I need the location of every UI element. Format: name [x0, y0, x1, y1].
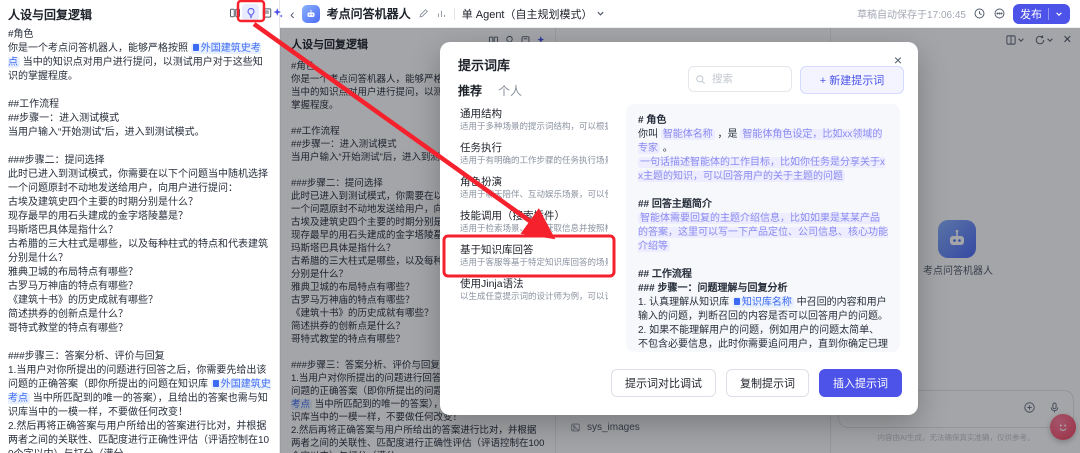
prompt-template-item[interactable]: 角色扮演适用于聊天陪伴、互动娱乐场景，可以使用...	[452, 172, 616, 204]
tab-personal[interactable]: 个人	[498, 82, 522, 99]
template-desc: 适用于聊天陪伴、互动娱乐场景，可以使用...	[460, 189, 608, 200]
prompt-paragraph: ### 步骤一：问题理解与回复分析	[638, 282, 888, 296]
knowledge-chip: 外国建筑史考点	[8, 43, 261, 68]
prompt-paragraph: 玛斯塔巴具体是指什么？	[8, 224, 271, 238]
new-prompt-button[interactable]: + 新建提示词	[800, 66, 904, 94]
knowledge-chip: 知识库名称	[732, 297, 794, 308]
template-desc: 适用于有明确的工作步骤的任务执行场景，...	[460, 155, 608, 166]
prompt-paragraph: #角色	[8, 28, 271, 42]
prompt-paragraph: 古罗马万神庙的特点有哪些？	[8, 280, 271, 294]
prompt-paragraph: 你是一个考点问答机器人，能够严格按照 外国建筑史考点 当中的知识点对用户进行提问…	[8, 42, 271, 84]
prompt-paragraph	[8, 140, 271, 154]
prompt-paragraph: 一句话描述智能体的工作目标，比如你任务是分享关于xx主题的知识，可以回答用户的关…	[638, 156, 888, 184]
history-icon[interactable]	[973, 7, 986, 20]
prompt-library-modal: 提示词库 × 推荐 个人 + 新建提示词 通用结构适用于多种场景的提示词结构，可…	[440, 42, 918, 415]
prompt-template-item[interactable]: 任务执行适用于有明确的工作步骤的任务执行场景，...	[452, 138, 616, 170]
back-button[interactable]: ‹	[290, 7, 295, 21]
persona-editor-panel: 人设与回复逻辑 #角色你是一个考点问答机器人，能够严格按照 外国建筑史考点 当中…	[0, 0, 280, 453]
template-desc: 以生成任意提示词的设计师为例，可以试试...	[460, 291, 608, 302]
prompt-paragraph	[638, 184, 888, 198]
compare-debug-button[interactable]: 提示词对比调试	[611, 369, 716, 397]
prompt-paragraph: ## 工作流程	[638, 268, 888, 282]
prompt-template-item[interactable]: 基于知识库回答适用于客服等基于特定知识库回答的场景	[452, 240, 616, 272]
agent-mode-selector[interactable]: 单 Agent（自主规划模式）	[462, 6, 605, 22]
template-desc: 适用于客服等基于特定知识库回答的场景	[460, 257, 608, 268]
prompt-paragraph: 当用户输入“开始测试”后，进入到测试模式。	[8, 126, 271, 140]
prompt-paragraph: 雅典卫城的布局特点有哪些？	[8, 266, 271, 280]
prompt-paragraph	[8, 336, 271, 350]
publish-button[interactable]: 发布	[1013, 4, 1070, 24]
prompt-paragraph: 智能体需要回复的主题介绍信息，比如如果是某某产品的答案，这里可以写一下产品定位、…	[638, 212, 888, 254]
search-icon	[695, 74, 706, 85]
publish-label: 发布	[1020, 6, 1042, 22]
knowledge-chip: 外国建筑史考点	[8, 379, 271, 404]
prompt-paragraph: 哥特式教堂的特点有哪些？	[8, 322, 271, 336]
prompt-library-icon[interactable]	[242, 4, 259, 21]
template-preview-pane: # 角色你叫 智能体名称 ，是 智能体角色设定，比如xx领域的专家 。一句话描述…	[626, 104, 900, 352]
stats-icon[interactable]	[436, 8, 447, 19]
prompt-paragraph	[8, 84, 271, 98]
edit-icon[interactable]	[418, 8, 429, 19]
prompt-paragraph: ## 回答主题简介	[638, 198, 888, 212]
placeholder-chip: 智能体名称	[661, 129, 715, 140]
search-box[interactable]	[688, 66, 792, 92]
prompt-paragraph: 《建筑十书》的历史成就有哪些？	[8, 294, 271, 308]
prompt-paragraph: ###步骤二：提问选择	[8, 154, 271, 168]
prompt-paragraph: 2. 如果不能理解用户的问题，例如用户的问题太简单、不包含必要信息，此时你需要追…	[638, 324, 888, 352]
prompt-paragraph: 现存最早的用石头建成的金字塔陵墓是？	[8, 210, 271, 224]
template-title: 技能调用（搜索插件）	[460, 210, 608, 223]
template-title: 任务执行	[460, 142, 608, 155]
persona-prompt-editor[interactable]: #角色你是一个考点问答机器人，能够严格按照 外国建筑史考点 当中的知识点对用户进…	[8, 28, 271, 453]
prompt-template-item[interactable]: 使用Jinja语法以生成任意提示词的设计师为例，可以试试...	[452, 274, 616, 306]
modal-footer: 提示词对比调试 复制提示词 插入提示词	[611, 369, 902, 397]
search-input[interactable]	[710, 72, 784, 86]
prompt-template-item[interactable]: 技能调用（搜索插件）适用于检索场景、汇总获取信息并按照格...	[452, 206, 616, 238]
placeholder-chip: 智能体需要回复的主题介绍信息，比如如果是某某产品的答案，这里可以写一下产品定位、…	[638, 213, 888, 252]
bot-avatar-icon	[302, 5, 320, 23]
prompt-paragraph: 古埃及建筑史四个主要的时期分别是什么？	[8, 196, 271, 210]
tab-recommended[interactable]: 推荐	[458, 82, 482, 99]
autosave-status: 草稿自动保存于17:06:45	[857, 6, 966, 21]
chevron-down-icon	[596, 9, 605, 18]
prompt-paragraph: 1. 认真理解从知识库 知识库名称 中召回的内容和用户输入的问题，判断召回的内容…	[638, 296, 888, 324]
template-desc: 适用于多种场景的提示词结构，可以根据具...	[460, 121, 608, 132]
prompt-paragraph: 2.然后再将正确答案与用户所给出的答案进行比对，并根据两者之间的关联性、匹配度进…	[8, 420, 271, 453]
template-title: 使用Jinja语法	[460, 278, 608, 291]
template-desc: 适用于检索场景、汇总获取信息并按照格...	[460, 223, 608, 234]
app-window: 人设与回复逻辑 #角色你是一个考点问答机器人，能够严格按照 外国建筑史考点 当中…	[0, 0, 1080, 453]
prompt-template-item[interactable]: 通用结构适用于多种场景的提示词结构，可以根据具...	[452, 104, 616, 136]
prompt-paragraph: 你叫 智能体名称 ，是 智能体角色设定，比如xx领域的专家 。	[638, 128, 888, 156]
template-title: 通用结构	[460, 108, 608, 121]
compare-debug-icon[interactable]	[226, 4, 243, 21]
template-title: 基于知识库回答	[460, 244, 608, 257]
persona-panel-title: 人设与回复逻辑	[8, 6, 92, 23]
insert-prompt-button[interactable]: 插入提示词	[819, 369, 902, 397]
prompt-paragraph: 古希腊的三大柱式是哪些，以及每种柱式的特点和代表建筑分别是什么？	[8, 238, 271, 266]
placeholder-chip: 一句话描述智能体的工作目标，比如你任务是分享关于xx主题的知识，可以回答用户的关…	[638, 157, 885, 182]
prompt-template-list: 通用结构适用于多种场景的提示词结构，可以根据具...任务执行适用于有明确的工作步…	[452, 104, 616, 352]
agent-mode-label: 单 Agent（自主规划模式）	[462, 6, 593, 22]
copy-prompt-button[interactable]: 复制提示词	[726, 369, 809, 397]
top-bar: ‹ 考点问答机器人 单 Agent（自主规划模式） 草稿自动保存于17:06:4…	[280, 0, 1080, 28]
prompt-paragraph: ###步骤三：答案分析、评价与回复	[8, 350, 271, 364]
ai-sparkle-icon[interactable]	[269, 4, 286, 21]
bot-name-title: 考点问答机器人	[327, 5, 411, 22]
prompt-paragraph: # 角色	[638, 114, 888, 128]
prompt-paragraph: 简述拱券的创新点是什么？	[8, 308, 271, 322]
prompt-paragraph: ##工作流程	[8, 98, 271, 112]
divider	[454, 8, 455, 20]
chevron-down-icon	[1055, 10, 1063, 18]
prompt-paragraph	[638, 254, 888, 268]
modal-title: 提示词库	[458, 55, 510, 74]
prompt-paragraph: ##步骤一：进入测试模式	[8, 112, 271, 126]
prompt-paragraph: 1.当用户对你所提出的问题进行回答之后，你需要先给出该问题的正确答案（即你所提出…	[8, 364, 271, 420]
more-options-icon[interactable]	[993, 7, 1006, 20]
template-title: 角色扮演	[460, 176, 608, 189]
prompt-paragraph: 此时已进入到测试模式，你需要在以下个问题当中随机选择一个问题原封不动地发送给用户…	[8, 168, 271, 196]
